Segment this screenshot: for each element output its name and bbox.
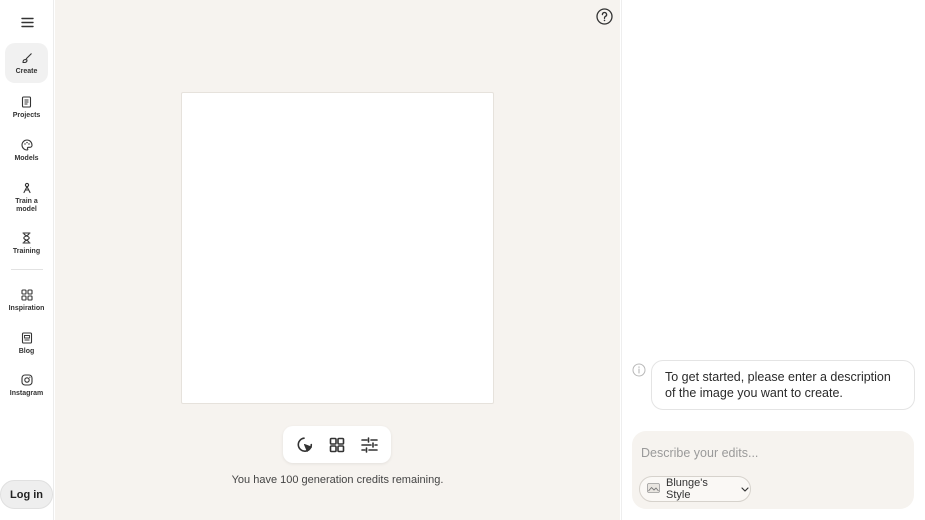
gallery-grid-icon[interactable] bbox=[326, 434, 348, 456]
sidebar-item-label: Blog bbox=[18, 348, 35, 355]
sidebar-item-label: Projects bbox=[12, 112, 41, 119]
select-tool-icon[interactable] bbox=[294, 434, 316, 456]
sidebar-item-train-a-model[interactable]: Train a model bbox=[5, 176, 48, 216]
chevron-down-icon bbox=[740, 484, 750, 494]
sidebar-item-models[interactable]: Models bbox=[5, 133, 48, 169]
style-selector-button[interactable]: Blunge's Style bbox=[639, 476, 751, 502]
assistant-message: To get started, please enter a descripti… bbox=[651, 360, 915, 410]
help-icon[interactable] bbox=[596, 8, 613, 25]
sidebar-item-label: Create bbox=[15, 68, 38, 75]
sidebar-item-create[interactable]: Create bbox=[5, 43, 48, 83]
brush-icon bbox=[19, 50, 35, 66]
palette-icon bbox=[19, 137, 35, 153]
document-icon bbox=[19, 94, 35, 110]
adjustments-icon[interactable] bbox=[358, 434, 380, 456]
info-icon bbox=[632, 363, 646, 377]
prompt-composer: Blunge's Style bbox=[632, 431, 914, 509]
instagram-icon bbox=[19, 372, 35, 388]
newspaper-icon bbox=[19, 330, 35, 346]
canvas-toolbar bbox=[283, 426, 391, 463]
sidebar-item-instagram[interactable]: Instagram bbox=[5, 368, 48, 404]
hamburger-menu-icon[interactable] bbox=[16, 11, 38, 33]
sidebar-item-label: Training bbox=[12, 248, 41, 255]
sidebar-item-inspiration[interactable]: Inspiration bbox=[5, 283, 48, 319]
train-icon bbox=[19, 180, 35, 196]
hourglass-icon bbox=[19, 230, 35, 246]
sidebar-item-label: Train a model bbox=[15, 198, 38, 213]
login-button[interactable]: Log in bbox=[0, 480, 53, 509]
image-canvas[interactable] bbox=[181, 92, 494, 404]
prompt-input[interactable] bbox=[640, 441, 906, 465]
grid-icon bbox=[19, 287, 35, 303]
sidebar-divider bbox=[11, 269, 43, 270]
sidebar-item-label: Models bbox=[14, 155, 39, 162]
sidebar: Create Projects Models Train a model Trai… bbox=[0, 0, 54, 520]
sidebar-item-label: Inspiration bbox=[8, 305, 45, 312]
sidebar-item-projects[interactable]: Projects bbox=[5, 90, 48, 126]
credits-remaining-text: You have 100 generation credits remainin… bbox=[231, 474, 444, 486]
style-thumbnail-icon bbox=[647, 480, 660, 498]
sidebar-item-label: Instagram bbox=[9, 390, 44, 397]
style-selector-label: Blunge's Style bbox=[666, 477, 708, 501]
sidebar-item-training[interactable]: Training bbox=[5, 226, 48, 262]
sidebar-item-blog[interactable]: Blog bbox=[5, 326, 48, 362]
